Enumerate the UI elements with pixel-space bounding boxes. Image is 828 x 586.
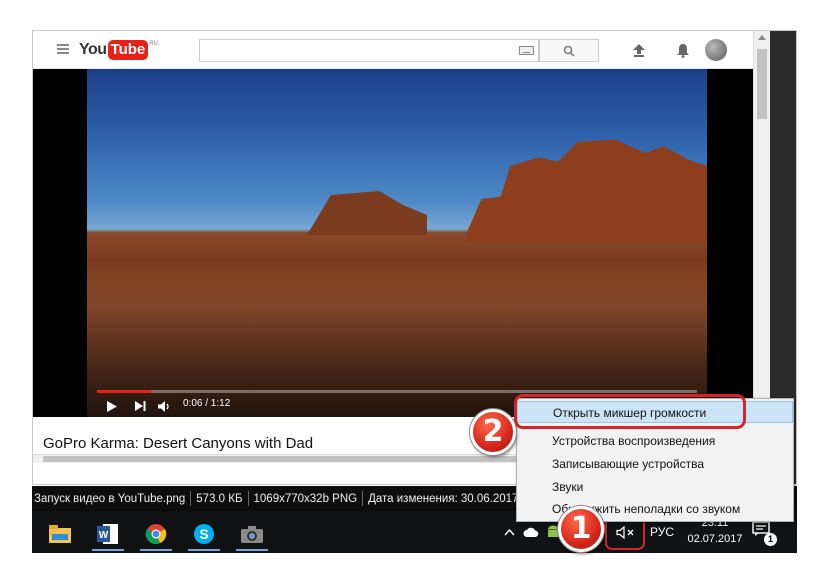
- notification-count-badge: 1: [764, 533, 777, 546]
- scroll-up-icon[interactable]: [758, 35, 766, 40]
- time-display: 0:06 / 1:12: [183, 398, 231, 409]
- file-explorer-icon: [49, 525, 71, 543]
- menu-highlight-frame: [514, 394, 746, 429]
- status-filename: Запуск видео в YouTube.png: [34, 492, 186, 505]
- camera-icon: [241, 526, 263, 543]
- vertical-scrollbar[interactable]: [753, 31, 770, 461]
- step-1-badge: 1: [558, 506, 604, 552]
- separator: [190, 491, 192, 506]
- status-size: 573.0 КБ: [196, 492, 243, 505]
- keyboard-icon[interactable]: [519, 46, 534, 55]
- taskbar-word[interactable]: W: [86, 517, 130, 551]
- taskbar-skype[interactable]: S: [182, 517, 226, 551]
- taskbar-camera[interactable]: [230, 517, 274, 551]
- status-modified: Дата изменения: 30.06.2017 1: [368, 492, 529, 505]
- video-frame[interactable]: 0:06 / 1:12: [87, 69, 707, 417]
- search-icon: [563, 45, 575, 57]
- chrome-icon: [145, 524, 167, 544]
- scroll-thumb[interactable]: [757, 49, 767, 119]
- search-input[interactable]: [199, 39, 539, 62]
- logo-you-text: You: [79, 41, 107, 58]
- clock-date: 02.07.2017: [687, 533, 743, 545]
- action-center-button[interactable]: 1: [752, 521, 777, 546]
- video-title[interactable]: GoPro Karma: Desert Canyons with Dad: [43, 435, 313, 452]
- youtube-logo[interactable]: You Tube RU: [79, 40, 158, 60]
- taskbar-file-explorer[interactable]: [38, 517, 82, 551]
- logo-region-text: RU: [149, 41, 158, 47]
- taskbar-chrome[interactable]: [134, 517, 178, 551]
- step-2-badge: 2: [470, 409, 516, 455]
- distant-mesa: [307, 191, 427, 235]
- logo-tube-text: Tube: [107, 40, 149, 60]
- progress-bar[interactable]: [97, 390, 697, 393]
- skype-icon: S: [194, 524, 214, 544]
- chevron-up-icon[interactable]: [502, 523, 516, 541]
- menu-item-troubleshoot-sound[interactable]: Обнаружить неполадки со звуком: [517, 498, 793, 520]
- menu-item-recording-devices[interactable]: Записывающие устройства: [517, 453, 793, 475]
- avatar[interactable]: [705, 39, 727, 61]
- menu-icon[interactable]: [57, 44, 69, 54]
- separator: [247, 491, 249, 506]
- youtube-header: You Tube RU: [33, 31, 753, 69]
- svg-text:S: S: [199, 526, 208, 542]
- onedrive-icon[interactable]: [522, 523, 540, 541]
- play-icon[interactable]: [105, 399, 119, 413]
- canyon-rock: [467, 139, 707, 243]
- menu-item-sounds[interactable]: Звуки: [517, 476, 793, 498]
- upload-icon[interactable]: [629, 40, 649, 60]
- video-player[interactable]: 0:06 / 1:12: [33, 69, 753, 417]
- svg-text:W: W: [99, 530, 109, 541]
- bell-icon[interactable]: [673, 40, 693, 60]
- search-button[interactable]: [539, 39, 599, 62]
- screenshot: You Tube RU 0:06 / 1:12 GoPro Karma: Des…: [0, 0, 828, 586]
- volume-icon[interactable]: [157, 399, 173, 413]
- separator: [362, 491, 364, 506]
- menu-item-playback-devices[interactable]: Устройства воспроизведения: [517, 430, 793, 452]
- language-indicator[interactable]: РУС: [648, 523, 676, 541]
- next-icon[interactable]: [133, 399, 147, 413]
- scroll-thumb[interactable]: [43, 456, 573, 462]
- progress-played: [97, 390, 151, 393]
- word-icon: W: [97, 524, 118, 544]
- status-dimensions: 1069x770x32b PNG: [253, 492, 358, 505]
